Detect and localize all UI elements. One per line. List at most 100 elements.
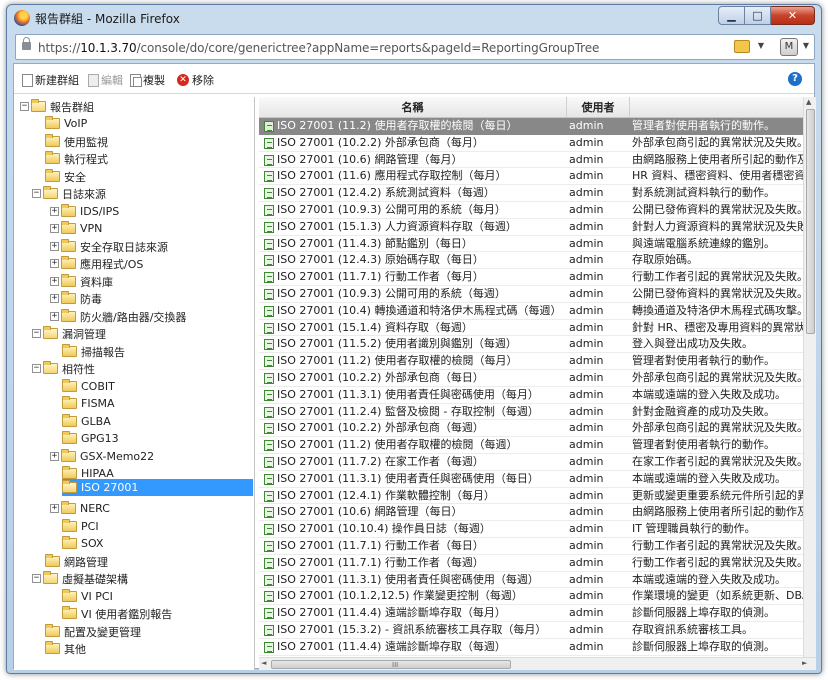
collapse-icon[interactable]: − (32, 364, 41, 373)
bookmark-folder-icon[interactable] (734, 40, 750, 53)
remove-button[interactable]: ✕ 移除 (177, 73, 214, 87)
tree-node-seclog[interactable]: + 安全存取日誌來源 (50, 238, 168, 255)
expand-icon[interactable]: + (50, 242, 59, 251)
table-row[interactable]: ISO 27001 (11.7.1) 行動工作者（每月） admin 行動工作者引起… (259, 269, 808, 286)
column-header-description[interactable] (630, 97, 803, 118)
scrollbar-thumb[interactable] (806, 109, 815, 334)
table-row[interactable]: ISO 27001 (11.7.1) 行動工作者（每日） admin 行動工作者引起… (259, 538, 808, 555)
chevron-down-icon[interactable]: ▼ (803, 41, 809, 50)
tree-node-gpg13[interactable]: GPG13 (62, 430, 119, 447)
table-row[interactable]: ISO 27001 (15.3.2) - 資訊系統審核工具存取（每月） admin… (259, 622, 803, 639)
table-row[interactable]: ISO 27001 (10.6) 網路管理（每日） admin 由網路服務上使用者所… (259, 504, 808, 522)
copy-button[interactable]: 複製 (130, 73, 165, 87)
tree-node-security[interactable]: 安全 (45, 168, 86, 185)
tree-node-sox[interactable]: SOX (62, 535, 103, 552)
tree-node-pci[interactable]: PCI (62, 518, 99, 535)
table-row[interactable]: ISO 27001 (10.2.2) 外部承包商（每週） admin 外部承包商引起… (259, 420, 808, 438)
tree-node-gsx[interactable]: + GSX-Memo22 (50, 448, 154, 465)
scroll-left-icon[interactable]: ◄ (261, 659, 266, 667)
tree-node-db[interactable]: + 資料庫 (50, 273, 113, 290)
expand-icon[interactable]: + (50, 504, 59, 513)
expand-icon[interactable]: + (50, 259, 59, 268)
expand-icon[interactable]: + (50, 312, 59, 321)
table-row[interactable]: ISO 27001 (10.9.3) 公開可用的系統（每週） admin 公開已發佈… (259, 286, 808, 303)
help-icon[interactable]: ? (788, 72, 802, 86)
table-row[interactable]: ISO 27001 (10.6) 網路管理（每月） admin 由網路服務上使用者所… (259, 152, 808, 169)
vertical-scrollbar[interactable]: ▲ (803, 97, 816, 657)
edit-button[interactable]: 編輯 (88, 73, 123, 87)
tree-node-scan[interactable]: 掃描報告 (62, 343, 125, 360)
tree-node-usage[interactable]: 使用監視 (45, 133, 108, 150)
table-row[interactable]: ISO 27001 (11.4.4) 遠端診斷埠存取（每週） admin 診斷伺服器… (259, 639, 803, 656)
minimize-button[interactable]: ▁ (718, 6, 745, 25)
tree-node-root[interactable]: − 報告群組 (20, 98, 94, 115)
tree-node-glba[interactable]: GLBA (62, 413, 111, 430)
tree-node-fisma[interactable]: FISMA (62, 395, 115, 412)
tree-node-virt[interactable]: − 虛擬基礎架構 (32, 570, 128, 587)
tree-node-cobit[interactable]: COBIT (62, 378, 115, 395)
table-row[interactable]: ISO 27001 (11.2) 使用者存取權的檢閱（每日） admin 管理者對使… (259, 118, 803, 135)
url-text[interactable]: https://10.1.3.70/console/do/core/generi… (38, 41, 599, 55)
table-row[interactable]: ISO 27001 (15.1.4) 資料存取（每週） admin 針對 HR、穩密… (259, 320, 810, 337)
tree-node-config[interactable]: 配置及變更管理 (45, 623, 141, 640)
column-header-owner[interactable]: 使用者 (567, 97, 630, 118)
collapse-icon[interactable]: − (20, 102, 29, 111)
new-group-button[interactable]: 新建群組 (22, 73, 79, 87)
tree-node-voip[interactable]: VoIP (45, 115, 87, 132)
table-row[interactable]: ISO 27001 (11.2) 使用者存取權的檢閱（每月） admin 管理者對使… (259, 353, 803, 370)
table-row[interactable]: ISO 27001 (11.6) 應用程式存取控制（每月） admin HR 資料、… (259, 168, 805, 186)
expand-icon[interactable]: + (50, 294, 59, 303)
expand-icon[interactable]: + (50, 452, 59, 461)
expand-icon[interactable]: + (50, 277, 59, 286)
maximize-button[interactable]: □ (745, 6, 771, 25)
scrollbar-thumb[interactable]: III (271, 660, 511, 669)
table-row[interactable]: ISO 27001 (11.5.2) 使用者識別與鑑別（每週） admin 登入與登… (259, 336, 803, 354)
collapse-icon[interactable]: − (32, 329, 41, 338)
tree-node-compliance[interactable]: − 相符性 (32, 360, 95, 377)
collapse-icon[interactable]: − (32, 574, 41, 583)
table-row[interactable]: ISO 27001 (10.2.2) 外部承包商（每日） admin 外部承包商引起… (259, 370, 808, 387)
table-row[interactable]: ISO 27001 (11.4.3) 節點鑑別（每日） admin 與遠端電腦系統連… (259, 236, 803, 253)
tree-node-vpn[interactable]: + VPN (50, 220, 102, 237)
table-row[interactable]: ISO 27001 (10.9.3) 公開可用的系統（每月） admin 公開已發佈… (259, 202, 808, 219)
table-row[interactable]: ISO 27001 (11.3.1) 使用者責任與密碼使用（每日） admin 本端… (259, 471, 803, 488)
table-row[interactable]: ISO 27001 (10.10.4) 操作員日誌（每週） admin IT 管理職… (259, 521, 803, 538)
tree-node-iso[interactable]: ISO 27001 (62, 479, 138, 496)
column-header-name[interactable]: 名稱 (259, 97, 567, 118)
tree-node-ids[interactable]: + IDS/IPS (50, 203, 119, 220)
tree-node-fw[interactable]: + 防火牆/路由器/交換器 (50, 308, 186, 325)
address-bar[interactable]: https://10.1.3.70/console/do/core/generi… (15, 34, 815, 60)
chevron-down-icon[interactable]: ▼ (758, 41, 764, 50)
table-row[interactable]: ISO 27001 (11.2) 使用者存取權的檢閱（每週） admin 管理者對使… (259, 437, 803, 454)
table-row[interactable]: ISO 27001 (11.2.4) 監督及檢閱 - 存取控制（每週） admin… (259, 404, 803, 421)
collapse-icon[interactable]: − (32, 189, 41, 198)
tree-node-vuln[interactable]: − 漏洞管理 (32, 325, 106, 342)
tree-node-netmgmt[interactable]: 網路管理 (45, 553, 108, 570)
table-row[interactable]: ISO 27001 (11.4.4) 遠端診斷埠存取（每月） admin 診斷伺服器… (259, 605, 803, 622)
table-row[interactable]: ISO 27001 (11.3.1) 使用者責任與密碼使用（每月） admin 本端… (259, 387, 803, 404)
expand-icon[interactable]: + (50, 207, 59, 216)
table-row[interactable]: ISO 27001 (10.4) 轉換通道和特洛伊木馬程式碼（每週） admin 轉… (259, 303, 808, 320)
close-button[interactable]: ✕ (771, 6, 815, 25)
table-row[interactable]: ISO 27001 (12.4.3) 原始碼存取（每日） admin 存取原始碼。 (259, 252, 803, 270)
tree-node-app[interactable]: + 應用程式/OS (50, 255, 143, 272)
tree-node-viuser[interactable]: VI 使用者鑑別報告 (62, 605, 172, 622)
tree-node-other[interactable]: 其他 (45, 640, 86, 657)
tree-node-exec[interactable]: 執行程式 (45, 150, 108, 167)
table-row[interactable]: ISO 27001 (10.2.2) 外部承包商（每月） admin 外部承包商引起… (259, 135, 808, 152)
horizontal-scrollbar[interactable]: ◄ III ► (259, 657, 816, 670)
table-row[interactable]: ISO 27001 (10.1.2,12.5) 作業變更控制（每週） admin 作… (259, 588, 810, 606)
tree-node-av[interactable]: + 防毒 (50, 290, 102, 307)
table-row[interactable]: ISO 27001 (12.4.2) 系統測試資料（每週） admin 對系統測試資… (259, 185, 803, 202)
tree-node-logsrc[interactable]: − 日誌來源 (32, 185, 106, 202)
tree-node-nerc[interactable]: + NERC (50, 500, 110, 517)
table-row[interactable]: ISO 27001 (11.7.2) 在家工作者（每週） admin 在家工作者引起… (259, 454, 808, 471)
table-row[interactable]: ISO 27001 (11.3.1) 使用者責任與密碼使用（每週） admin 本端… (259, 572, 803, 589)
scroll-up-icon[interactable]: ▲ (806, 98, 811, 106)
expand-icon[interactable]: + (50, 224, 59, 233)
tree-node-vipci[interactable]: VI PCI (62, 588, 113, 605)
scroll-right-icon[interactable]: ► (802, 659, 807, 667)
extension-icon[interactable]: M (780, 38, 798, 56)
table-row[interactable]: ISO 27001 (11.7.1) 行動工作者（每週） admin 行動工作者引起… (259, 555, 808, 572)
table-row[interactable]: ISO 27001 (12.4.1) 作業軟體控制（每月） admin 更新或變更重… (259, 488, 808, 505)
